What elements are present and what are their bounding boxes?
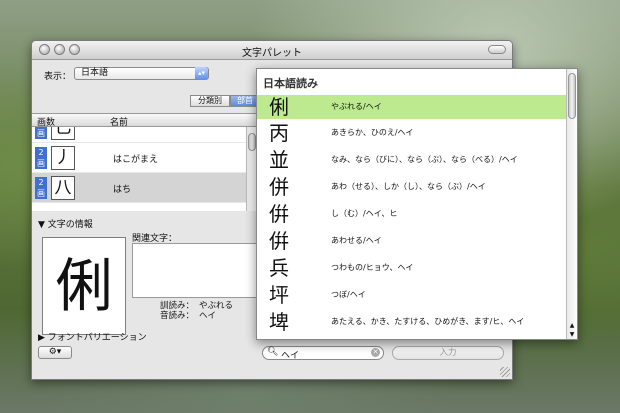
tab-category[interactable]: 分類別 [190, 95, 230, 107]
clear-search-icon[interactable]: ✕ [371, 348, 380, 357]
gear-icon: ⚙▾ [48, 347, 62, 357]
scroll-thumb[interactable] [568, 73, 576, 119]
window-title: 文字パレット [242, 48, 302, 59]
on-reading-value: ヘイ [199, 311, 217, 321]
stroke-badge: 2画 [35, 177, 47, 199]
scroll-up-arrow-icon[interactable]: ▲ [567, 322, 577, 329]
radical-glyph: ⼃ [51, 146, 75, 170]
font-variation-header[interactable]: ▶ フォントバリエーション [38, 330, 147, 343]
result-item[interactable]: 倂 し（む）/ヘイ、ヒ [257, 202, 567, 226]
search-results-popup: 日本語読み 俐 やぶれる/ヘイ 丙 あきらか、ひのえ/ヘイ 並 なみ、なら（びに… [256, 68, 578, 340]
action-menu-button[interactable]: ⚙▾ [38, 346, 72, 359]
disclosure-right-icon[interactable]: ▶ [38, 333, 45, 343]
result-item[interactable]: 併 あわ（せる）、しか（し）、なら（ぶ）/ヘイ [257, 175, 567, 199]
result-item[interactable]: 埤 あたえる、かき、たすける、ひめがき、ます/ヒ、ヘイ [257, 310, 567, 334]
result-item[interactable]: 坪 つぼ/ヘイ [257, 283, 567, 307]
radical-glyph: ⼋ [51, 176, 75, 200]
character-preview[interactable]: 俐 [42, 237, 126, 335]
result-item[interactable]: 並 なみ、なら（びに）、なら（ぶ）、なら（べる）/ヘイ [257, 148, 567, 172]
related-characters-box[interactable] [132, 243, 264, 298]
character-info-header[interactable]: ▼ 文字の情報 [38, 217, 93, 230]
display-select-value: 日本語 [81, 68, 109, 78]
disclosure-down-icon[interactable]: ▼ [38, 220, 45, 230]
radical-name: はち [113, 185, 132, 195]
result-item[interactable]: 丙 あきらか、ひのえ/ヘイ [257, 121, 567, 145]
list-item[interactable]: 2画 ⼔ [32, 127, 246, 143]
radical-name: はこがまえ [113, 155, 159, 165]
radical-list: 2画 ⼔ 2画 ⼃ はこがまえ 2画 ⼋ はち [32, 127, 246, 211]
display-label: 表示： [44, 72, 72, 82]
updown-arrow-icon: ▴▾ [195, 67, 208, 80]
popup-scrollbar[interactable]: ▲ ▼ [566, 69, 577, 339]
radical-glyph: ⼔ [51, 127, 75, 140]
popup-title: 日本語読み [263, 77, 318, 90]
result-item[interactable]: 倂 あわせる/ヘイ [257, 229, 567, 253]
result-item[interactable]: 兵 つわもの/ヒョウ、ヘイ [257, 256, 567, 280]
title-bar[interactable]: 文字パレット [32, 41, 512, 60]
search-field[interactable]: 🔍︎ ヘイ ✕ [262, 346, 384, 361]
stroke-badge: 2画 [35, 127, 47, 139]
search-input-value[interactable]: ヘイ [281, 348, 299, 361]
resize-grip-icon[interactable] [500, 367, 510, 377]
list-item-selected[interactable]: 2画 ⼋ はち [32, 173, 246, 203]
scroll-down-arrow-icon[interactable]: ▼ [567, 331, 577, 338]
on-reading-label: 音読み： [160, 311, 195, 321]
scroll-thumb[interactable] [248, 133, 256, 151]
search-icon: 🔍︎ [267, 347, 279, 357]
display-select[interactable]: 日本語 ▴▾ [74, 67, 209, 80]
insert-button[interactable]: 入力 [392, 346, 504, 360]
list-header: 画数 名前 [32, 113, 287, 128]
stroke-badge: 2画 [35, 147, 47, 169]
result-item-selected[interactable]: 俐 やぶれる/ヘイ [257, 95, 567, 119]
list-item[interactable]: 2画 ⼃ はこがまえ [32, 143, 246, 173]
toolbar-toggle-button[interactable] [488, 45, 506, 54]
